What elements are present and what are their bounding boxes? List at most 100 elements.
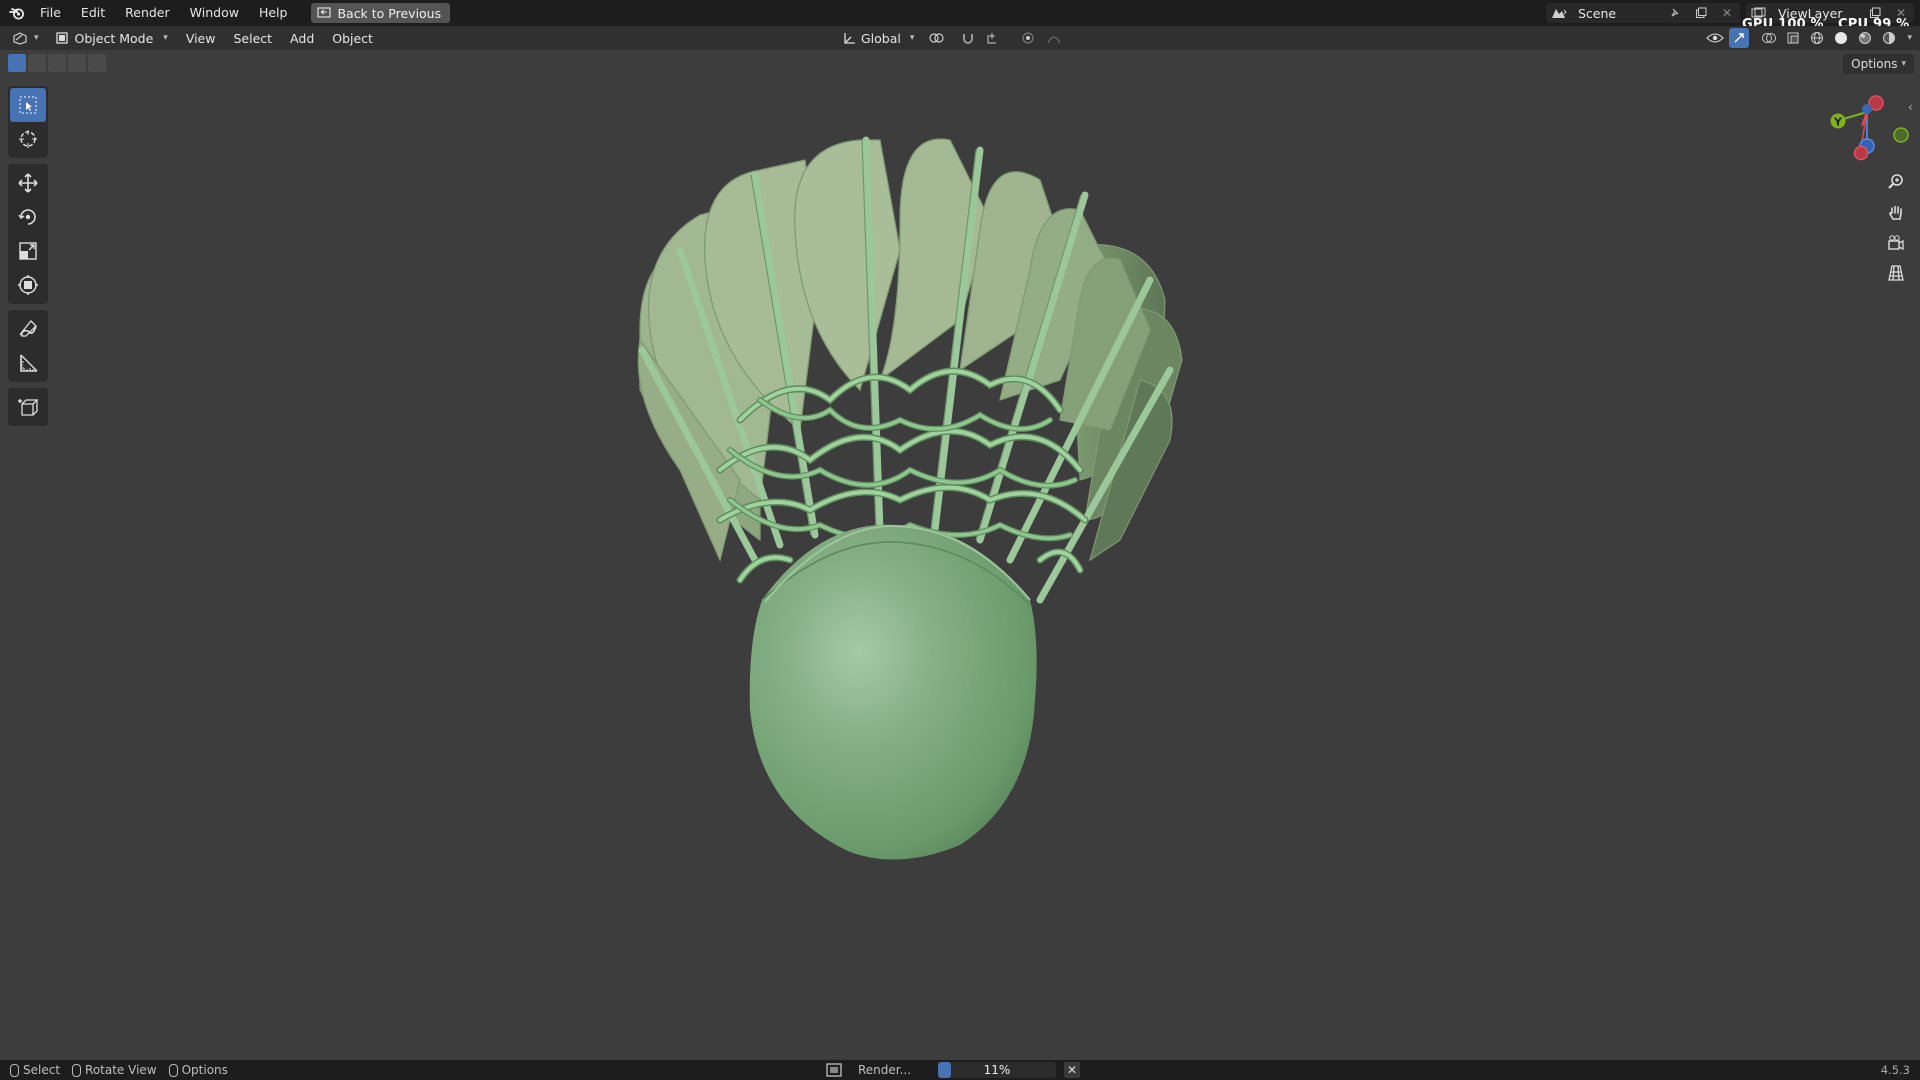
render-status-label: Render... — [858, 1063, 912, 1077]
editor-type-button[interactable]: ▾ — [6, 28, 45, 48]
menu-edit[interactable]: Edit — [71, 0, 115, 26]
select-invert-icon[interactable] — [68, 54, 86, 72]
viewport-options-label: Options — [1851, 57, 1898, 71]
object-mode-label: Object Mode — [74, 30, 154, 46]
tool-group-select — [8, 86, 48, 158]
tool-group-transform — [8, 164, 48, 304]
mouse-left-icon — [10, 1063, 19, 1077]
render-window-icon[interactable] — [826, 1063, 842, 1077]
chevron-down-icon: ▾ — [909, 33, 915, 43]
scene-name: Scene — [1578, 5, 1617, 21]
tool-group-annotate — [8, 310, 48, 382]
tool-shelf — [8, 86, 48, 432]
transform-tools: Global ▾ — [836, 28, 1064, 48]
shading-rendered-icon[interactable] — [1879, 28, 1899, 48]
annotate-tool-icon[interactable] — [10, 312, 46, 346]
status-select-hint: Select — [10, 1063, 60, 1077]
shading-solid-icon[interactable] — [1831, 28, 1851, 48]
blender-version: 4.5.3 — [1880, 1063, 1910, 1077]
perspective-ortho-grid-icon[interactable] — [1880, 259, 1912, 287]
transform-orientation-dropdown[interactable]: Global ▾ — [836, 28, 920, 48]
status-select-label: Select — [23, 1063, 61, 1077]
select-box-tool-icon[interactable] — [10, 88, 46, 122]
chevron-down-icon[interactable]: ▾ — [1907, 33, 1912, 43]
viewport-display-tools: ▾ — [1705, 28, 1912, 48]
chevron-down-icon: ▾ — [34, 33, 39, 43]
scene-icon — [1546, 3, 1572, 23]
status-options-label: Options — [181, 1063, 228, 1077]
menu-help[interactable]: Help — [249, 0, 298, 26]
zoom-view-icon[interactable] — [1880, 168, 1912, 196]
render-progress-text: 11% — [983, 1063, 1011, 1077]
gizmo-y-neg[interactable] — [1893, 127, 1909, 143]
menu-file[interactable]: File — [30, 0, 71, 26]
viewport-options-dropdown[interactable]: Options ▾ — [1843, 54, 1914, 74]
cork-base — [749, 524, 1037, 860]
select-extend-icon[interactable] — [28, 54, 46, 72]
viewport-canvas[interactable] — [0, 0, 1920, 1080]
tool-group-add — [8, 388, 48, 426]
gizmo-z-pos[interactable] — [1862, 104, 1872, 114]
new-scene-icon[interactable] — [1688, 3, 1714, 23]
transform-orientation-label: Global — [861, 30, 901, 46]
render-progress-area: Render... 11% ✕ — [826, 1060, 1080, 1080]
menu-select[interactable]: Select — [227, 28, 278, 48]
status-rotate-label: Rotate View — [85, 1063, 157, 1077]
shading-material-icon[interactable] — [1855, 28, 1875, 48]
falloff-curve-icon[interactable] — [1044, 28, 1064, 48]
navigation-gizmo[interactable]: Y — [1820, 90, 1920, 170]
gizmo-toggle-icon[interactable] — [1729, 28, 1750, 48]
status-rotate-hint: Rotate View — [72, 1063, 157, 1077]
select-intersect-icon[interactable] — [88, 54, 106, 72]
chevron-down-icon: ▾ — [1901, 59, 1906, 69]
overlays-icon[interactable] — [1759, 28, 1779, 48]
pivot-point-icon[interactable] — [926, 28, 946, 48]
rotate-tool-icon[interactable] — [10, 200, 46, 234]
menu-render[interactable]: Render — [115, 0, 180, 26]
viewport-header: ▾ Object Mode ▾ View Select Add Object G… — [0, 26, 1920, 50]
select-new-icon[interactable] — [8, 54, 26, 72]
status-bar: Select Rotate View Options Render... 11%… — [0, 1060, 1920, 1080]
back-to-previous-button[interactable]: Back to Previous — [311, 3, 451, 23]
3d-viewport-icon — [13, 32, 27, 45]
proportional-edit-icon[interactable] — [1018, 28, 1038, 48]
scale-tool-icon[interactable] — [10, 234, 46, 268]
pan-view-hand-icon[interactable] — [1880, 199, 1912, 227]
select-subtract-icon[interactable] — [48, 54, 66, 72]
object-mode-icon — [55, 32, 68, 44]
snap-magnet-icon[interactable] — [958, 28, 978, 48]
mouse-middle-icon — [72, 1063, 82, 1077]
menu-window[interactable]: Window — [180, 0, 249, 26]
gizmo-x-pos[interactable] — [1853, 145, 1869, 161]
render-progress-bar: 11% — [938, 1062, 1056, 1078]
menu-add[interactable]: Add — [284, 28, 320, 48]
xray-icon[interactable] — [1783, 28, 1803, 48]
orientation-axes-icon — [844, 33, 855, 44]
scene-selector[interactable]: Scene ✕ — [1546, 3, 1740, 23]
delete-scene-icon[interactable]: ✕ — [1714, 3, 1740, 23]
menu-object[interactable]: Object — [326, 28, 379, 48]
visibility-eye-icon[interactable] — [1705, 28, 1725, 48]
selection-mode-group — [8, 54, 106, 72]
measure-tool-icon[interactable] — [10, 346, 46, 380]
menu-view[interactable]: View — [180, 28, 222, 48]
screen-back-icon — [317, 7, 332, 18]
cancel-render-button[interactable]: ✕ — [1064, 1062, 1080, 1078]
top-menu-bar: File Edit Render Window Help Back to Pre… — [0, 0, 1920, 26]
back-to-previous-label: Back to Previous — [337, 5, 442, 21]
pin-icon[interactable] — [1662, 3, 1688, 23]
blender-logo-icon[interactable] — [4, 0, 30, 26]
chevron-down-icon: ▾ — [163, 33, 168, 43]
shuttlecock-model[interactable] — [637, 136, 1183, 860]
camera-view-icon[interactable] — [1880, 229, 1912, 257]
move-tool-icon[interactable] — [10, 166, 46, 200]
shading-wireframe-icon[interactable] — [1807, 28, 1827, 48]
gizmo-y-label: Y — [1833, 116, 1843, 129]
cursor-tool-icon[interactable] — [10, 122, 46, 156]
object-mode-dropdown[interactable]: Object Mode ▾ — [48, 28, 176, 48]
add-cube-tool-icon[interactable] — [10, 390, 46, 424]
transform-tool-icon[interactable] — [10, 268, 46, 302]
snap-target-icon[interactable] — [984, 28, 1004, 48]
mouse-right-icon — [168, 1063, 178, 1077]
sidebar-toggle-icon[interactable]: ‹ — [1908, 100, 1913, 114]
